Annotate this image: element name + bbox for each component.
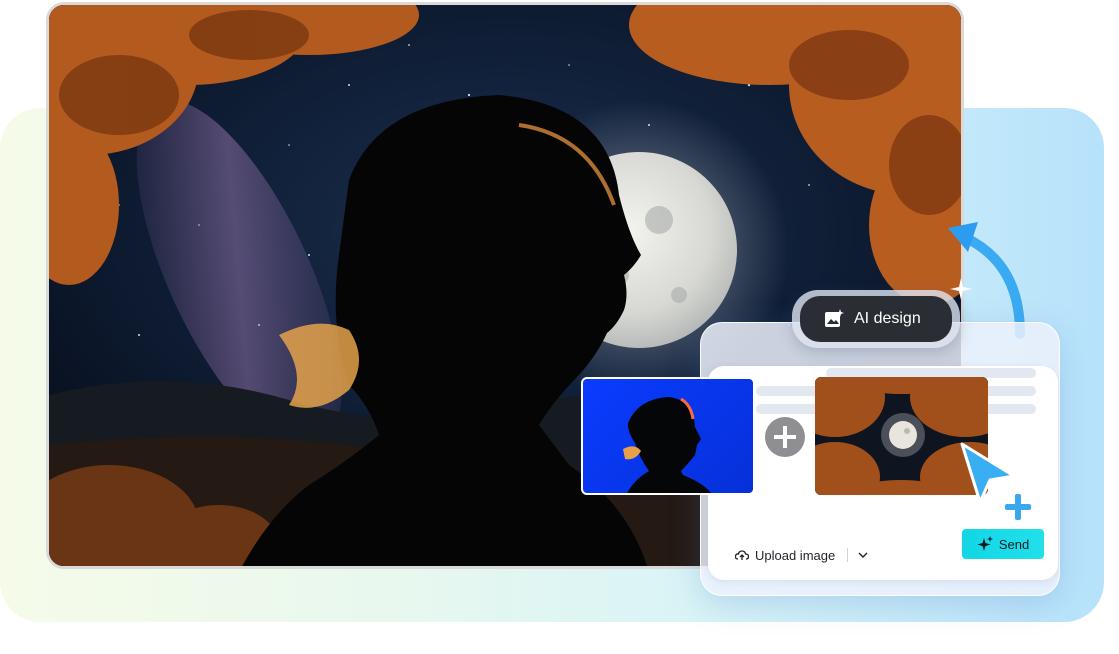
image-sparkle-icon [825,309,844,327]
sparkle-icon [977,536,993,551]
sparkle-icon [950,278,972,300]
divider [847,548,849,562]
upload-image-label: Upload image [755,547,836,563]
chevron-down-icon[interactable] [858,550,868,560]
plus-icon [765,417,805,457]
portrait-thumbnail[interactable] [581,377,755,495]
send-label: Send [998,536,1030,552]
ai-design-button[interactable]: AI design [800,296,952,342]
ai-design-label: AI design [854,310,921,327]
upload-image-control[interactable]: Upload image [735,544,868,566]
cursor-add-icon [960,442,1031,520]
send-button[interactable]: Send [962,529,1044,559]
cloud-upload-icon [735,550,749,560]
